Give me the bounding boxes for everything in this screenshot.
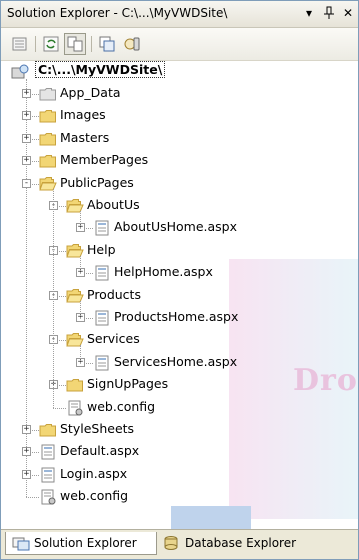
window-title: Solution Explorer - C:\...\MyVWDSite\ (7, 6, 228, 20)
aspx-page-icon (39, 444, 57, 460)
nest-related-files-icon[interactable] (64, 33, 86, 55)
tree-item-label: HelpHome.aspx (114, 264, 213, 280)
tree-item-folder[interactable]: + Masters (1, 128, 358, 150)
aspx-page-icon (93, 310, 111, 326)
expand-icon[interactable]: + (22, 447, 31, 457)
tree-item-folder-special[interactable]: + App_Data (1, 83, 358, 105)
copy-web-site-icon[interactable] (98, 35, 116, 53)
folder-icon (39, 131, 57, 147)
expand-icon[interactable]: + (22, 89, 31, 98)
tab-label: Database Explorer (185, 536, 297, 550)
root-label: C:\...\MyVWDSite\ (35, 61, 166, 78)
database-explorer-icon (163, 535, 181, 551)
tree-item-page[interactable]: + Login.aspx (1, 464, 358, 486)
tree-item-label: Default.aspx (60, 443, 140, 459)
tree-item-folder[interactable]: + MemberPages (1, 150, 358, 172)
aspx-page-icon (93, 220, 111, 236)
tree-item-folder-open[interactable]: - PublicPages (1, 173, 358, 195)
tree-item-label: AboutUsHome.aspx (114, 219, 238, 235)
window-position-dropdown-icon[interactable]: ▾ (301, 5, 317, 21)
open-folder-icon (39, 176, 57, 192)
tree-item-page[interactable]: + ServicesHome.aspx (1, 352, 358, 374)
expand-icon[interactable]: + (22, 111, 31, 121)
tree-item-config[interactable]: web.config (1, 397, 358, 419)
asp-net-configuration-icon[interactable] (123, 35, 141, 53)
auto-hide-pin-icon[interactable] (321, 5, 337, 21)
tree-item-label: Masters (60, 129, 110, 145)
tree-item-label: Login.aspx (60, 465, 128, 481)
aspx-page-icon (93, 355, 111, 371)
tree-item-label: Images (60, 107, 106, 123)
open-folder-icon (66, 243, 84, 259)
title-bar: Solution Explorer - C:\...\MyVWDSite\ ▾ … (1, 1, 358, 28)
expand-icon[interactable]: + (22, 133, 31, 143)
aspx-page-icon (39, 467, 57, 483)
open-folder-icon (66, 198, 84, 214)
tree-item-page[interactable]: + AboutUsHome.aspx (1, 217, 358, 239)
tree-item-label: ProductsHome.aspx (114, 309, 239, 324)
tree-guide-line (53, 407, 66, 409)
toolbar (1, 28, 358, 61)
web-site-project-icon (11, 64, 29, 80)
tree-root[interactable]: C:\...\MyVWDSite\ (1, 61, 358, 83)
tree-item-page[interactable]: + Default.aspx (1, 441, 358, 463)
toolbar-separator (35, 36, 36, 52)
tree-item-label: PublicPages (60, 174, 134, 190)
tree-item-label: ServicesHome.aspx (114, 353, 238, 369)
tree-item-folder-open[interactable]: - AboutUs (1, 195, 358, 217)
folder-icon (39, 108, 57, 124)
tree-item-label: MemberPages (60, 152, 149, 168)
tree-item-config[interactable]: web.config (1, 486, 358, 508)
toolbar-separator (91, 36, 92, 52)
tree-item-page[interactable]: + HelpHome.aspx (1, 262, 358, 284)
tree-item-label: SignUpPages (87, 376, 169, 392)
tree-guide-line (53, 188, 54, 408)
folder-icon (39, 153, 57, 169)
config-file-icon (66, 400, 84, 416)
tree-item-label: Products (87, 286, 141, 302)
tree-item-label: Services (87, 331, 140, 347)
open-folder-icon (66, 288, 84, 304)
tree-item-label: web.config (87, 398, 156, 414)
tree-item-folder-open[interactable]: - Help (1, 240, 358, 262)
aspx-page-icon (93, 265, 111, 281)
tree-item-folder-open[interactable]: - Services (1, 329, 358, 351)
solution-tree: C:\...\MyVWDSite\ + App_Data + Images + Maste… (1, 61, 358, 521)
folder-icon (66, 377, 84, 393)
tree-guide-line (80, 345, 81, 363)
tree-guide-line (80, 300, 81, 318)
tree-item-folder[interactable]: + SignUpPages (1, 374, 358, 396)
folder-icon (39, 422, 57, 438)
tree-item-label: web.config (60, 488, 129, 504)
refresh-icon[interactable] (42, 35, 60, 53)
tree-guide-line (26, 497, 39, 499)
tree-item-folder[interactable]: + StyleSheets (1, 419, 358, 441)
tab-label: Solution Explorer (34, 536, 137, 550)
expand-icon[interactable]: + (22, 156, 31, 166)
tree-item-label: Help (87, 241, 116, 257)
tree-item-folder-open[interactable]: - Products (1, 285, 358, 307)
solution-explorer-icon (12, 535, 30, 551)
expand-icon[interactable]: + (22, 425, 31, 434)
config-file-icon (39, 489, 57, 505)
tree-item-label: StyleSheets (60, 421, 135, 436)
tree-item-folder[interactable]: + Images (1, 105, 358, 127)
expand-icon[interactable]: + (22, 469, 31, 479)
tree-guide-line (80, 211, 81, 229)
tab-database-explorer[interactable]: Database Explorer (159, 532, 331, 554)
collapse-icon[interactable]: - (22, 178, 31, 188)
tab-solution-explorer[interactable]: Solution Explorer (5, 532, 157, 555)
tree-item-page[interactable]: + ProductsHome.aspx (1, 307, 358, 329)
tree-item-label: AboutUs (87, 197, 140, 212)
open-folder-icon (66, 332, 84, 348)
tree-item-label: App_Data (60, 85, 121, 100)
properties-icon[interactable] (11, 35, 29, 53)
close-icon[interactable]: ✕ (340, 5, 356, 21)
app-data-folder-icon (39, 86, 57, 102)
solution-explorer-window: Solution Explorer - C:\...\MyVWDSite\ ▾ … (0, 0, 359, 560)
panel-tabs: Solution Explorer Database Explorer (1, 529, 358, 559)
tree-guide-line (80, 255, 81, 274)
